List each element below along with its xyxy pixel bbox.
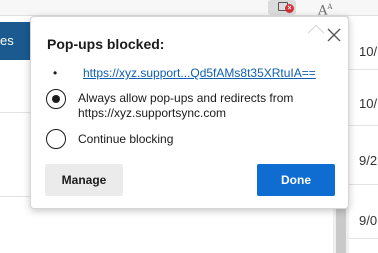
list-item-date: 10/ [359,44,378,59]
always-allow-label[interactable]: Always allow pop-ups and redirects from … [78,91,293,121]
divider [349,125,378,126]
divider [349,238,378,239]
divider [0,112,30,113]
list-item-date: 9/2 [359,153,378,168]
radio-selected-dot [51,94,60,103]
divider [349,69,378,70]
popup-blocked-indicator-button[interactable]: × [268,0,296,15]
flyout-title: Pop-ups blocked: [47,36,165,52]
page-nav-tab[interactable]: es [0,22,30,60]
done-button[interactable]: Done [257,164,335,196]
always-allow-label-line2: https://xyz.supportsync.com [78,106,227,120]
continue-blocking-label[interactable]: Continue blocking [78,132,173,147]
blocked-badge-icon: × [285,4,294,13]
always-allow-radio[interactable] [46,89,66,109]
list-bullet: • [53,66,58,80]
continue-blocking-radio[interactable] [46,129,66,149]
flyout-pointer [307,24,325,42]
close-icon [327,28,341,42]
font-icon-super: A [327,3,333,11]
close-button[interactable] [324,25,344,45]
list-item-date: 10/ [359,96,378,111]
divider [349,184,378,185]
page-nav-tab-label: es [0,33,14,48]
always-allow-label-line1: Always allow pop-ups and redirects from [78,91,294,105]
blocked-popup-link[interactable]: https://xyz.support...Qd5fAMs8t35XRtuIA=… [83,66,316,80]
list-item-date: 9/0 [359,213,378,228]
manage-button[interactable]: Manage [45,164,123,196]
divider [0,196,30,197]
popups-blocked-flyout: Pop-ups blocked: • https://xyz.support..… [30,16,349,209]
